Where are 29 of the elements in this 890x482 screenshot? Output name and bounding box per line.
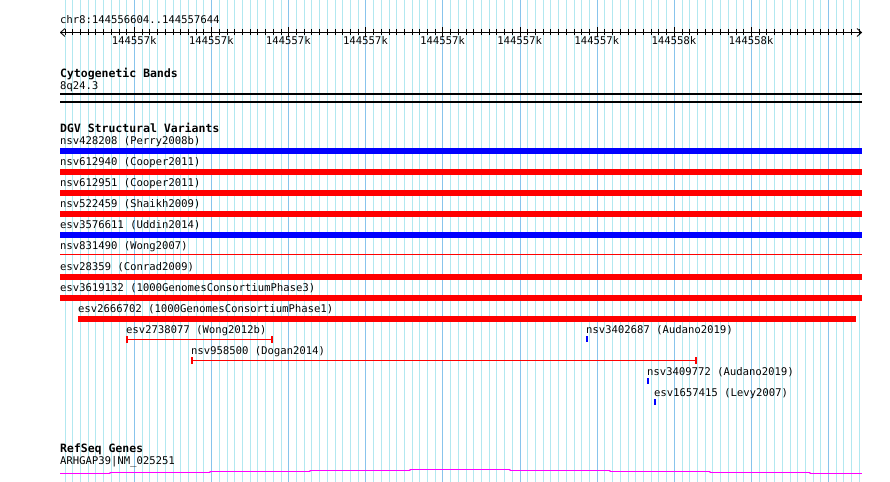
feature-label: esv2666702 (1000GenomesConsortiumPhase1)	[78, 303, 334, 316]
band-label: 8q24.3	[60, 80, 100, 93]
feature-label: nsv3402687 (Audano2019)	[586, 324, 733, 337]
feature-label: esv2738077 (Wong2012b)	[126, 324, 266, 337]
feature-label: nsv522459 (Shaikh2009)	[60, 198, 200, 211]
tick-label: 144558k	[652, 35, 696, 48]
feature-label: nsv958500 (Dogan2014)	[191, 345, 325, 358]
track-title: DGV Structural Variants	[60, 122, 220, 135]
tick-label: 144557k	[112, 35, 156, 48]
tick-label: 144558k	[728, 35, 774, 48]
gene-label: ARHGAP39|NM_025251	[60, 455, 176, 468]
feature-label: esv28359 (Conrad2009)	[60, 261, 194, 274]
feature-label: esv1657415 (Levy2007)	[654, 387, 788, 400]
feature-label: nsv612951 (Cooper2011)	[60, 177, 200, 190]
feature-label: nsv831490 (Wong2007)	[60, 240, 188, 253]
tick-label: 144557k	[420, 35, 465, 48]
feature-label: nsv612940 (Cooper2011)	[60, 156, 200, 169]
track-title: RefSeq Genes	[60, 442, 144, 455]
tick-label: 144557k	[574, 35, 620, 48]
track-title: Cytogenetic Bands	[60, 67, 179, 80]
feature-label: nsv3409772 (Audano2019)	[647, 366, 794, 379]
feature-label: nsv428208 (Perry2008b)	[60, 135, 200, 148]
tick-label: 144557k	[188, 35, 234, 48]
location-label: chr8:144556604..144557644	[60, 14, 220, 27]
tick-label: 144557k	[343, 35, 388, 48]
feature-label: esv3576611 (Uddin2014)	[60, 219, 200, 232]
feature-label: esv3619132 (1000GenomesConsortiumPhase3)	[60, 282, 316, 295]
tick-label: 144557k	[266, 35, 311, 48]
tick-label: 144557k	[497, 35, 542, 48]
